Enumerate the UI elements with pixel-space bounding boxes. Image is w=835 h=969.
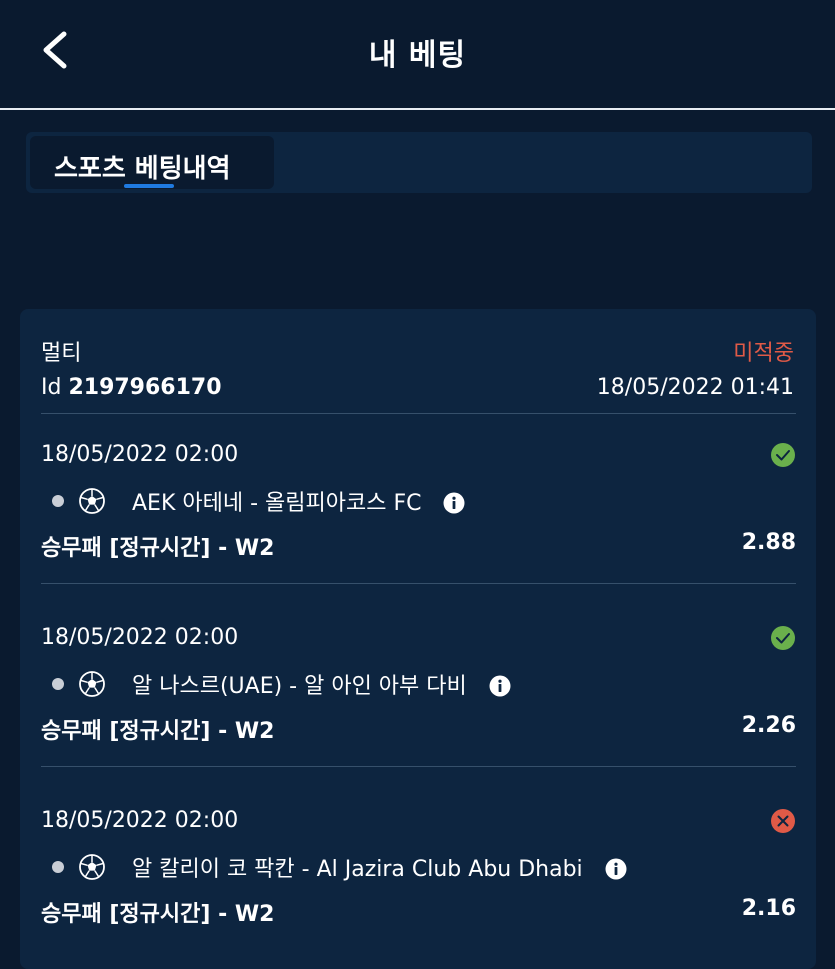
divider xyxy=(41,766,796,767)
event-market: 승무패 [정규시간] - W2 xyxy=(41,536,275,561)
event-name: 알 칼리이 코 팍칸 - Al Jazira Club Abu Dhabi xyxy=(132,857,583,882)
tab-sports-bet-history[interactable]: 스포츠 베팅내역 xyxy=(30,136,274,189)
event-odds: 2.16 xyxy=(741,896,796,921)
bet-datetime: 18/05/2022 01:41 xyxy=(596,375,794,400)
divider xyxy=(41,413,796,414)
bet-type: 멀티 xyxy=(41,341,82,366)
event-date: 18/05/2022 02:00 xyxy=(41,625,239,650)
bullet-dot xyxy=(52,495,64,507)
info-icon[interactable] xyxy=(605,858,627,880)
soccer-ball-icon xyxy=(79,671,105,697)
event-row: AEK 아테네 - 올림피아코스 FC xyxy=(52,486,465,516)
bullet-dot xyxy=(52,678,64,690)
event-market: 승무패 [정규시간] - W2 xyxy=(41,719,275,744)
tab-bar: 스포츠 베팅내역 xyxy=(26,132,812,193)
event-odds: 2.26 xyxy=(741,713,796,738)
event-row: 알 칼리이 코 팍칸 - Al Jazira Club Abu Dhabi xyxy=(52,852,627,882)
check-circle-icon xyxy=(771,626,795,650)
bet-id-label: Id xyxy=(41,375,62,400)
info-icon[interactable] xyxy=(489,675,511,697)
bet-event: 18/05/2022 02:00 알 나스르(UAE) - 알 아인 아부 다비 xyxy=(20,625,816,785)
bet-status-badge: 미적중 xyxy=(733,341,794,366)
soccer-ball-icon xyxy=(79,854,105,880)
bet-id: Id 2197966170 xyxy=(41,375,222,400)
bet-card[interactable]: 멀티 미적중 Id 2197966170 18/05/2022 01:41 18… xyxy=(20,309,816,969)
bullet-dot xyxy=(52,861,64,873)
soccer-ball-icon xyxy=(79,488,105,514)
bet-event: 18/05/2022 02:00 AEK 아테네 - 올림피아코스 FC 승무패… xyxy=(20,442,816,602)
divider xyxy=(41,583,796,584)
event-odds: 2.88 xyxy=(741,530,796,555)
tab-label: 스포츠 베팅내역 xyxy=(54,154,231,184)
event-market: 승무패 [정규시간] - W2 xyxy=(41,902,275,927)
event-name: AEK 아테네 - 올림피아코스 FC xyxy=(132,491,422,516)
bet-id-value: 2197966170 xyxy=(68,375,222,400)
page-title: 내 베팅 xyxy=(368,38,467,73)
event-name: 알 나스르(UAE) - 알 아인 아부 다비 xyxy=(132,674,467,699)
x-circle-icon xyxy=(771,809,795,833)
bet-event: 18/05/2022 02:00 알 칼리이 코 팍칸 - Al Jazira … xyxy=(20,808,816,968)
check-circle-icon xyxy=(771,443,795,467)
info-icon[interactable] xyxy=(443,492,465,514)
event-row: 알 나스르(UAE) - 알 아인 아부 다비 xyxy=(52,669,511,699)
active-tab-indicator xyxy=(124,184,174,188)
app-header: 내 베팅 xyxy=(0,0,835,110)
event-date: 18/05/2022 02:00 xyxy=(41,808,239,833)
event-date: 18/05/2022 02:00 xyxy=(41,442,239,467)
